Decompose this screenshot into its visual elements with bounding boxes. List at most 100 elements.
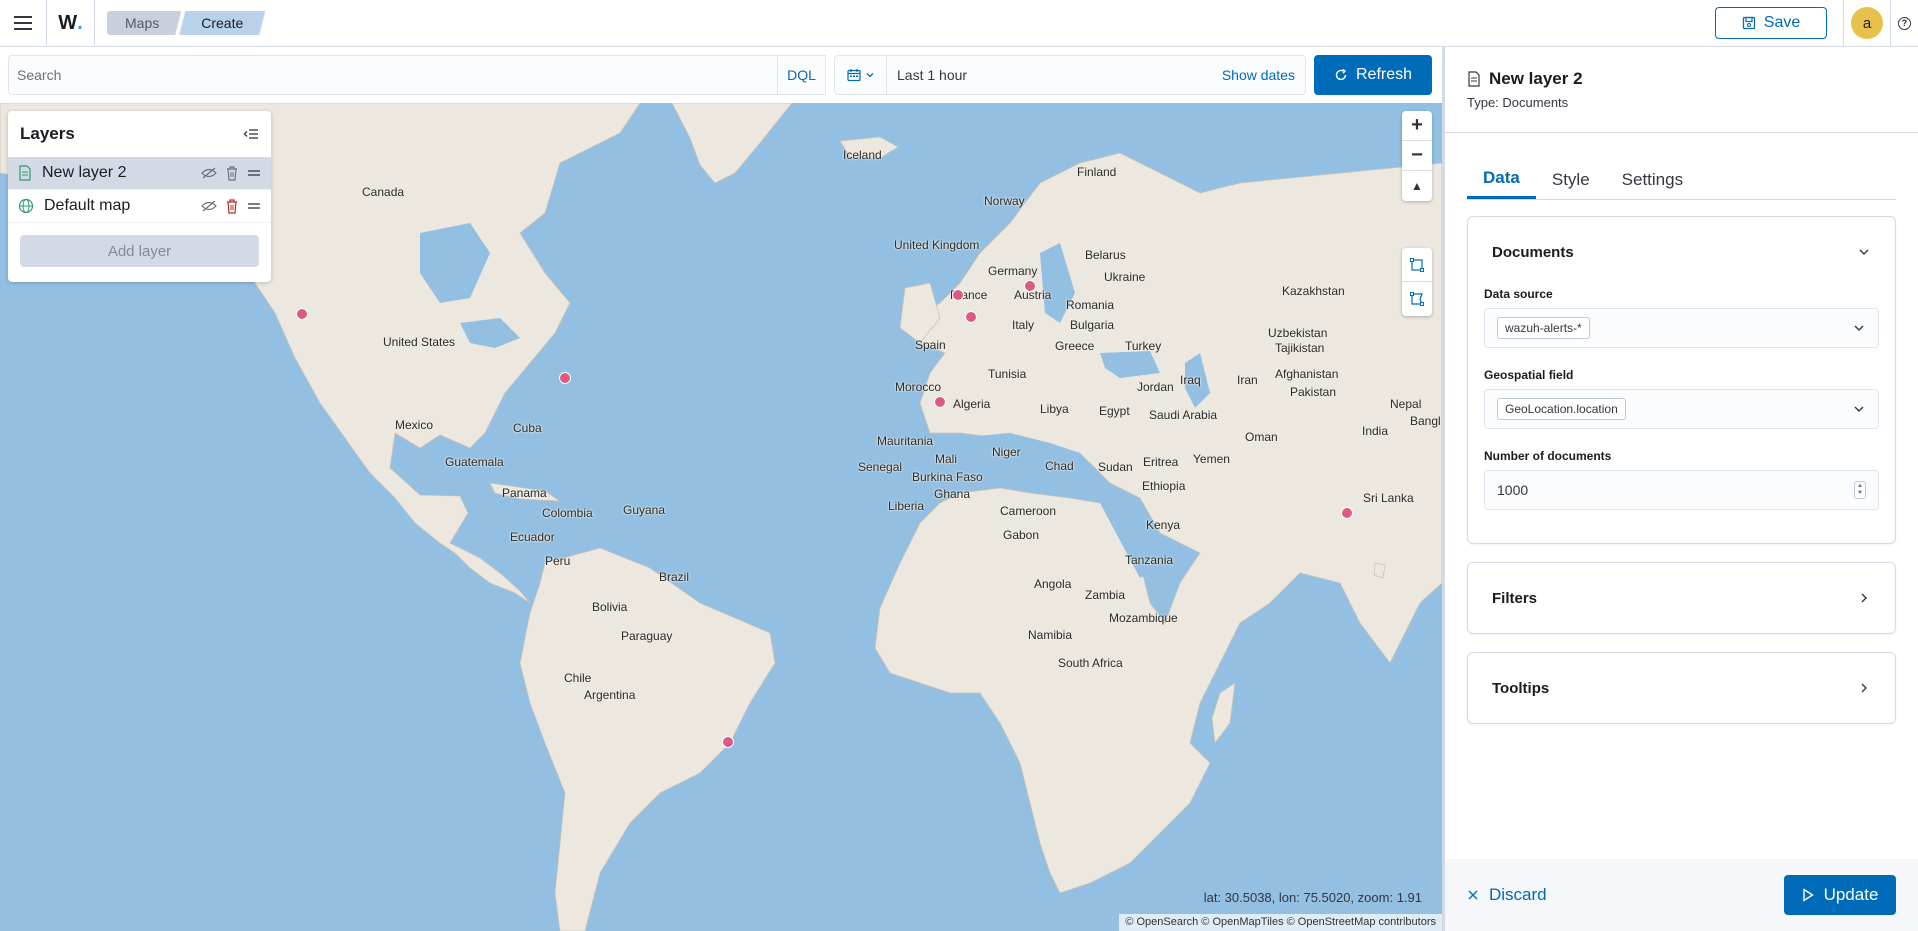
map-marker[interactable]: [559, 372, 571, 384]
map-marker[interactable]: [1024, 280, 1036, 292]
compass-button[interactable]: ▲: [1402, 171, 1432, 201]
eye-closed-icon[interactable]: [201, 199, 217, 213]
map-label: United Kingdom: [894, 238, 980, 252]
avatar: a: [1851, 7, 1883, 39]
layer-name: Default map: [44, 197, 131, 214]
map-marker[interactable]: [296, 308, 308, 320]
add-layer-button[interactable]: Add layer: [20, 235, 259, 267]
collapse-panel-icon[interactable]: [243, 127, 259, 141]
panel-title: New layer 2: [1489, 69, 1583, 88]
layer-item-new-layer-2[interactable]: New layer 2: [8, 157, 271, 190]
drag-handle-icon[interactable]: [247, 201, 261, 211]
map-label: Niger: [992, 445, 1021, 459]
map-zoom-controls: + − ▲: [1402, 111, 1432, 201]
documents-title: Documents: [1492, 243, 1574, 261]
map-label: Angola: [1034, 577, 1072, 591]
map-label: Guyana: [623, 503, 666, 517]
trash-icon[interactable]: [225, 165, 239, 181]
save-button[interactable]: Save: [1715, 7, 1827, 39]
map-label: Jordan: [1137, 380, 1174, 394]
map-label: Nepal: [1390, 397, 1422, 411]
map-canvas[interactable]: Iceland Finland Norway Canada United Kin…: [0, 103, 1442, 931]
map-label: Uzbekistan: [1268, 326, 1328, 340]
documents-section: Documents Data source wazuh-alerts-* Geo…: [1467, 216, 1896, 544]
geo-field-select[interactable]: GeoLocation.location: [1484, 389, 1879, 429]
tab-style[interactable]: Style: [1536, 160, 1606, 199]
zoom-in-button[interactable]: +: [1402, 111, 1432, 141]
refresh-button[interactable]: Refresh: [1314, 55, 1432, 95]
num-docs-input[interactable]: 1000 ▲ ▼: [1484, 470, 1879, 510]
app-logo[interactable]: W.: [47, 0, 95, 47]
map-marker[interactable]: [1341, 507, 1353, 519]
drag-handle-icon[interactable]: [247, 168, 261, 178]
show-dates-link[interactable]: Show dates: [1222, 67, 1305, 83]
layer-name: New layer 2: [42, 164, 127, 181]
draw-polygon-button[interactable]: [1402, 282, 1432, 316]
filters-section[interactable]: Filters: [1467, 562, 1896, 634]
help-icon: ?: [1898, 16, 1911, 30]
map-label: Germany: [988, 264, 1038, 278]
map-label: Afghanistan: [1275, 367, 1339, 381]
menu-toggle-button[interactable]: [0, 0, 47, 47]
geo-field-label: Geospatial field: [1484, 368, 1574, 382]
map-label: Yemen: [1193, 452, 1230, 466]
map-label: Guatemala: [445, 455, 504, 469]
map-label: Cuba: [513, 421, 542, 435]
chevron-right-icon: [1861, 593, 1867, 603]
tab-settings[interactable]: Settings: [1606, 160, 1699, 199]
chevron-down-icon: [1854, 406, 1864, 412]
map-label: Ukraine: [1104, 270, 1146, 284]
map-marker[interactable]: [965, 311, 977, 323]
panel-footer: Discard Update: [1445, 859, 1918, 931]
map-label: Colombia: [542, 506, 593, 520]
data-source-select[interactable]: wazuh-alerts-*: [1484, 308, 1879, 348]
draw-rectangle-button[interactable]: [1402, 248, 1432, 282]
map-marker[interactable]: [934, 396, 946, 408]
map-label: Zambia: [1085, 588, 1126, 602]
geo-field-value: GeoLocation.location: [1497, 398, 1626, 420]
map-label: Bolivia: [592, 600, 628, 614]
map-label: Gabon: [1003, 528, 1040, 542]
zoom-out-button[interactable]: −: [1402, 141, 1432, 171]
layers-title: Layers: [20, 124, 75, 143]
map-label: Libya: [1040, 402, 1069, 416]
map-label: Bulgaria: [1070, 318, 1115, 332]
search-bar: DQL: [8, 55, 826, 95]
map-label: Namibia: [1028, 628, 1073, 642]
chevron-down-icon: [1854, 325, 1864, 331]
eye-closed-icon[interactable]: [201, 166, 217, 180]
document-icon: [1468, 71, 1480, 87]
map-marker[interactable]: [952, 289, 964, 301]
draw-rectangle-icon: [1410, 257, 1424, 272]
map-label: Norway: [984, 194, 1025, 208]
update-button[interactable]: Update: [1784, 875, 1896, 915]
map-label: Iran: [1237, 373, 1258, 387]
map-label: Finland: [1077, 165, 1117, 179]
filters-title: Filters: [1492, 589, 1538, 607]
trash-icon[interactable]: [225, 198, 239, 214]
map-marker[interactable]: [722, 736, 734, 748]
help-button[interactable]: ?: [1890, 0, 1918, 47]
map-attribution[interactable]: © OpenSearch © OpenMapTiles © OpenStreet…: [1119, 914, 1442, 931]
search-input[interactable]: [9, 56, 777, 94]
map-label: Iceland: [843, 148, 882, 162]
tooltips-section[interactable]: Tooltips: [1467, 652, 1896, 724]
breadcrumb-maps[interactable]: Maps: [107, 11, 181, 35]
map-label: Bangl: [1410, 414, 1441, 428]
layer-item-default-map[interactable]: Default map: [8, 190, 271, 223]
layer-type: Type: Documents: [1467, 95, 1569, 110]
hamburger-icon: [14, 14, 32, 32]
discard-button[interactable]: Discard: [1467, 885, 1547, 905]
map-label: Greece: [1055, 339, 1095, 353]
time-range-text[interactable]: Last 1 hour: [887, 67, 1222, 83]
documents-section-header[interactable]: Documents: [1468, 217, 1895, 287]
breadcrumb: Maps Create: [107, 11, 265, 35]
tab-data[interactable]: Data: [1467, 160, 1536, 199]
map-label: Turkey: [1125, 339, 1162, 353]
number-stepper-icon[interactable]: ▲ ▼: [1854, 481, 1866, 499]
dql-toggle-button[interactable]: DQL: [777, 56, 825, 94]
user-menu[interactable]: a: [1843, 0, 1890, 47]
date-picker: Last 1 hour Show dates: [834, 55, 1306, 95]
quick-date-menu-button[interactable]: [835, 56, 887, 94]
map-label: Mozambique: [1109, 611, 1178, 625]
